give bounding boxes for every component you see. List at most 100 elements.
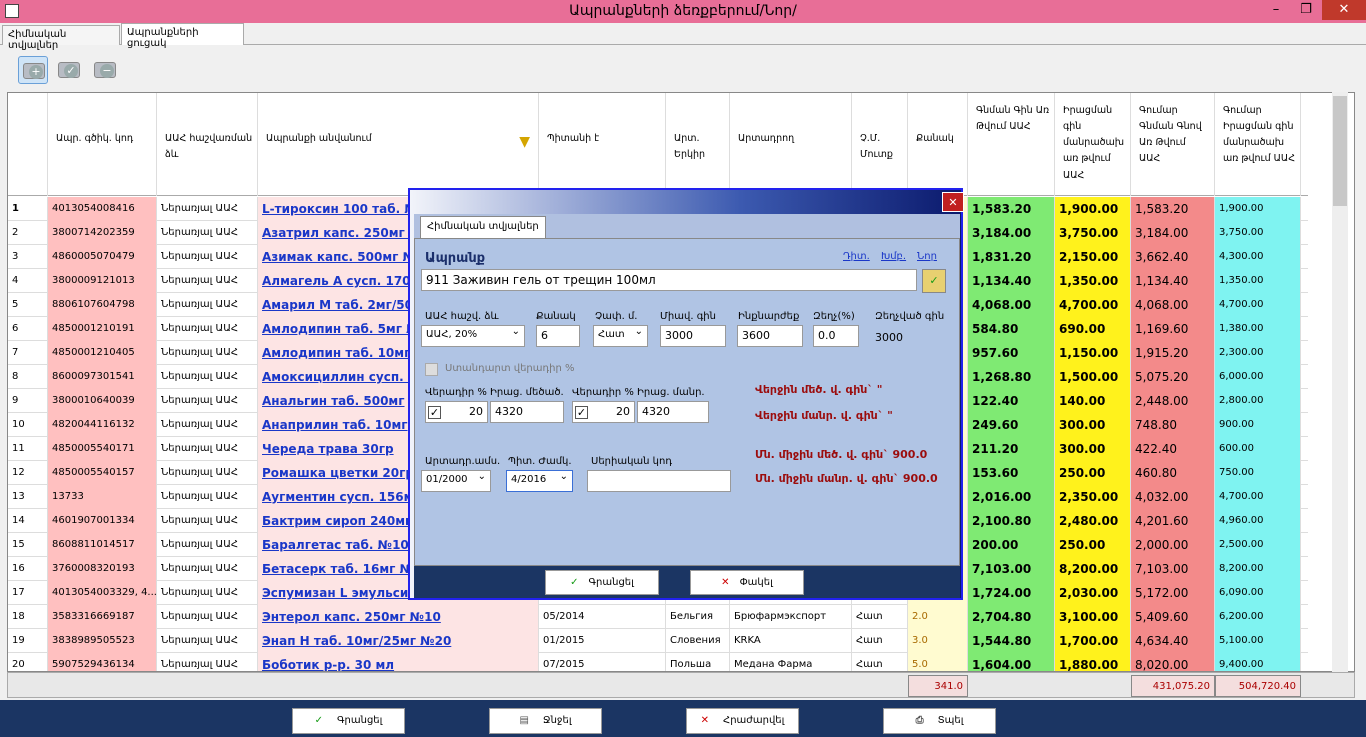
scroll-thumb[interactable] (1333, 96, 1347, 206)
cost-field[interactable]: 3600 (737, 325, 803, 347)
product-field[interactable]: 911 Заживин гель от трещин 100мл (421, 269, 917, 291)
retail-price-cell: 3,750.00 (1055, 221, 1131, 245)
product-name-cell[interactable]: Энтерол капс. 250мг №10 (258, 605, 539, 629)
standard-markup-checkbox[interactable] (425, 363, 438, 376)
product-name-cell[interactable]: Боботик р-р. 30 мл (258, 653, 539, 671)
header-sum-retail[interactable]: Գումար Իրացման գին մանրածախ առ թվում ԱԱՀ (1215, 93, 1301, 196)
edit-link[interactable]: Խմբ. (881, 251, 906, 262)
product-name-cell[interactable]: Энап Н таб. 10мг/25мг №20 (258, 629, 539, 653)
made-month-select[interactable]: 01/2000 (421, 470, 491, 492)
barcode-cell: 3760008320193 (48, 557, 157, 581)
barcode-cell: 4850005540171 (48, 437, 157, 461)
dialog-close-button[interactable]: ✕ (942, 192, 964, 212)
barcode-cell: 4860005070479 (48, 245, 157, 269)
barcode-cell: 4013054003329, 4... (48, 581, 157, 605)
add-row-button[interactable]: + (18, 56, 48, 84)
disc-price-label: Զեղչված գին (875, 311, 945, 322)
sum-retail-cell: 5,100.00 (1215, 629, 1301, 653)
quantity-cell: 5.0 (908, 653, 968, 671)
dialog-close-button-footer[interactable]: ✕ Փակել (690, 570, 804, 595)
header-manufacturer[interactable]: Արտադրող (730, 93, 852, 196)
retail-price-field[interactable]: 4320 (637, 401, 709, 423)
price-field[interactable]: 3000 (660, 325, 726, 347)
markup2-field[interactable]: ✓ 20 (572, 401, 635, 423)
sum-purchase-cell: 5,172.00 (1131, 581, 1215, 605)
barcode-cell: 8806107604798 (48, 293, 157, 317)
expiry-select[interactable]: 4/2016 (506, 470, 573, 492)
made-month-label: Արտադր.ամս. (425, 456, 501, 467)
qty-field[interactable]: 6 (536, 325, 580, 347)
vat-cell: Ներառյալ ԱԱՀ (157, 341, 258, 365)
sum-purchase-cell: 7,103.00 (1131, 557, 1215, 581)
unit-select[interactable]: Հատ (593, 325, 648, 347)
header-purchase-price[interactable]: Գնման Գին Առ Թվում ԱԱՀ (968, 93, 1055, 196)
close-button[interactable]: ✕ (1322, 0, 1366, 20)
restore-button[interactable]: ❐ (1292, 0, 1320, 20)
retail-price-label: Իրաց. մանր. (637, 387, 705, 398)
retail-price-cell: 2,350.00 (1055, 485, 1131, 509)
cancel-button[interactable]: ✕ Հրաժարվել (686, 708, 799, 734)
vat-cell: Ներառյալ ԱԱՀ (157, 605, 258, 629)
vat-select[interactable]: ԱԱՀ, 20% (421, 325, 525, 347)
delete-button[interactable]: ▤ Ջնջել (489, 708, 602, 734)
product-lookup-icon[interactable]: ✓ (922, 269, 946, 293)
purchase-price-cell: 7,103.00 (968, 557, 1055, 581)
new-link[interactable]: Նոր (917, 251, 937, 262)
header-unit[interactable]: Չ.Մ. Մուտք (852, 93, 908, 196)
header-vat[interactable]: ԱԱՀ հաշվառման ձև (157, 93, 258, 196)
sum-purchase-cell: 4,201.60 (1131, 509, 1215, 533)
table-row[interactable]: 18 3583316669187 Ներառյալ ԱԱՀ Энтерол капс.… (8, 605, 1308, 629)
minimize-button[interactable]: – (1262, 0, 1290, 20)
barcode-cell: 4820044116132 (48, 413, 157, 437)
avg-retail-price: Մն. միջին մանր. վ. գին` 900.0 (755, 472, 938, 485)
header-product-name[interactable]: Ապրանքի անվանում ▼ (258, 93, 539, 196)
markup1-checkbox[interactable]: ✓ (428, 406, 441, 419)
sum-retail-cell: 3,750.00 (1215, 221, 1301, 245)
table-row[interactable]: 20 5907529436134 Ներառյալ ԱԱՀ Боботик р-р. … (8, 653, 1308, 671)
dialog-save-button[interactable]: ✓ Գրանցել (545, 570, 659, 595)
retail-price-cell: 2,030.00 (1055, 581, 1131, 605)
header-quantity[interactable]: Քանակ (908, 93, 968, 196)
header-retail-price[interactable]: Իրացման գին մանրածախ առ թվում ԱԱՀ (1055, 93, 1131, 196)
row-number: 11 (8, 437, 48, 461)
header-sum-purchase[interactable]: Գումար Գնման Գնով Առ Թվում ԱԱՀ (1131, 93, 1215, 196)
tab-main-data[interactable]: Հիմնական տվյալներ (2, 25, 120, 51)
sum-retail-cell: 4,300.00 (1215, 245, 1301, 269)
serial-field[interactable] (587, 470, 731, 492)
row-number: 7 (8, 341, 48, 365)
discount-field[interactable]: 0.0 (813, 325, 859, 347)
wholesale-price-field[interactable]: 4320 (490, 401, 564, 423)
sum-purchase-cell: 4,068.00 (1131, 293, 1215, 317)
sum-purchase-cell: 3,184.00 (1131, 221, 1215, 245)
edit-row-button[interactable]: ✓ (54, 56, 84, 84)
dialog-tab-main[interactable]: Հիմնական տվյալներ (420, 216, 546, 238)
vat-label: ԱԱՀ հաշվ. ձև (425, 311, 499, 322)
header-country[interactable]: Արտ. Երկիր (666, 93, 730, 196)
filter-icon[interactable]: ▼ (519, 131, 530, 155)
expiry-cell: 07/2015 (539, 653, 666, 671)
price-label: Միավ. գին (660, 311, 716, 322)
vertical-scrollbar[interactable] (1332, 92, 1348, 672)
table-row[interactable]: 19 3838989505523 Ներառյալ ԱԱՀ Энап Н таб. 1… (8, 629, 1308, 653)
delete-row-button[interactable]: − (90, 56, 120, 84)
barcode-cell: 13733 (48, 485, 157, 509)
sum-purchase-cell: 3,662.40 (1131, 245, 1215, 269)
purchase-price-cell: 2,016.00 (968, 485, 1055, 509)
purchase-price-cell: 1,268.80 (968, 365, 1055, 389)
row-number: 17 (8, 581, 48, 605)
sum-retail-cell: 6,200.00 (1215, 605, 1301, 629)
view-link[interactable]: Դիտ. (843, 251, 870, 262)
retail-price-cell: 300.00 (1055, 413, 1131, 437)
sum-purchase-cell: 5,409.60 (1131, 605, 1215, 629)
save-button[interactable]: ✓ Գրանցել (292, 708, 405, 734)
header-expiry[interactable]: Պիտանի է (539, 93, 666, 196)
toolbar: + ✓ − (8, 50, 1358, 88)
avg-wholesale-price: Մն. միջին մեծ. վ. գին` 900.0 (755, 448, 928, 461)
country-cell: Словения (666, 629, 730, 653)
retail-price-cell: 690.00 (1055, 317, 1131, 341)
markup2-checkbox[interactable]: ✓ (575, 406, 588, 419)
markup1-field[interactable]: ✓ 20 (425, 401, 488, 423)
print-button[interactable]: ⎙ Տպել (883, 708, 996, 734)
tab-product-list[interactable]: Ապրանքների ցուցակ (121, 23, 244, 49)
header-barcode[interactable]: Ապր. գծիկ. կոդ (48, 93, 157, 196)
